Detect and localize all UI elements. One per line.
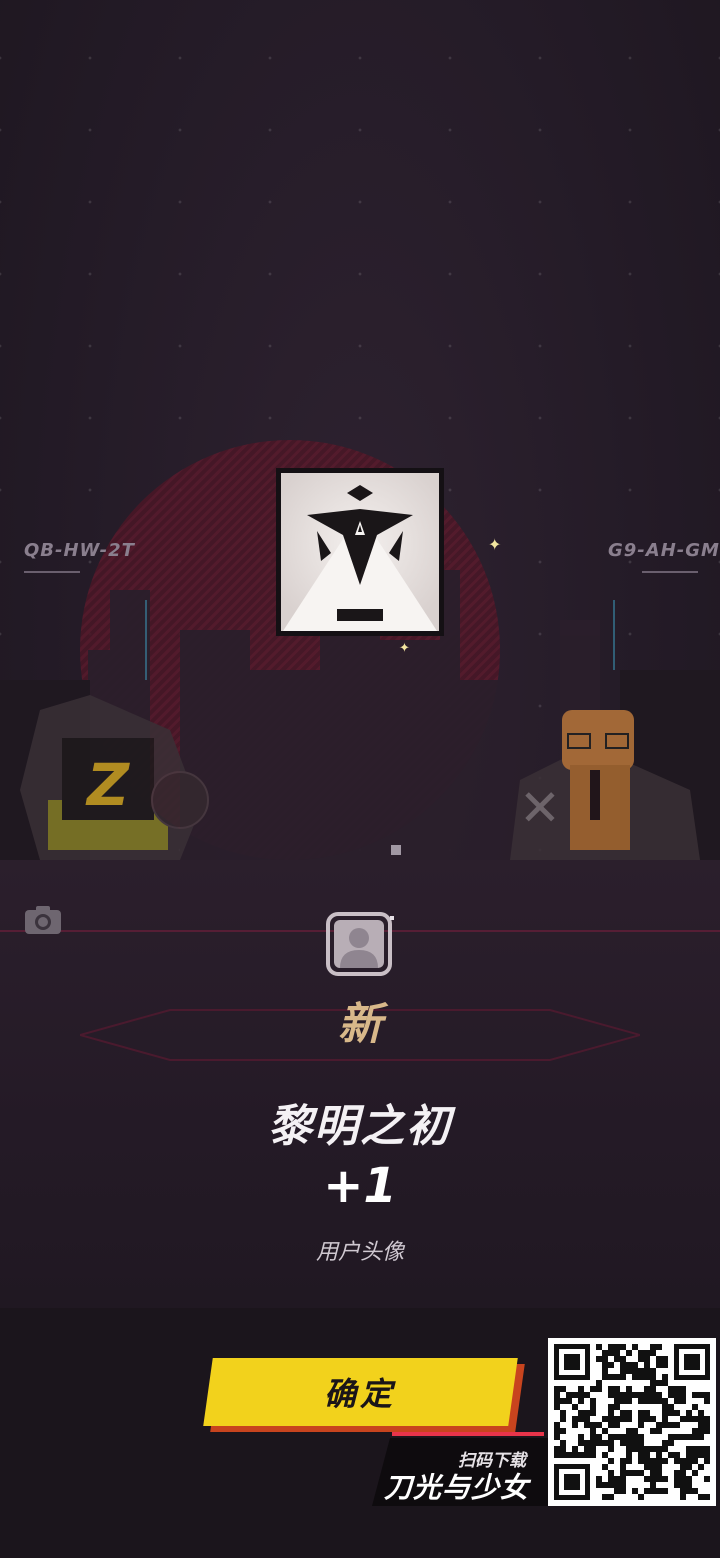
reward-item-count: +1 bbox=[323, 1158, 397, 1214]
reward-screen: Z ✕ QB-HW-2T G9-AH-GM ✦ ✦ 新 黎明之初 +1 用户头像… bbox=[0, 0, 720, 1558]
svg-text:✕: ✕ bbox=[519, 779, 561, 837]
reward-item-type: 用户头像 bbox=[315, 1240, 404, 1265]
right-tag-underline bbox=[642, 571, 698, 573]
left-character: Z bbox=[20, 695, 209, 860]
left-tag-underline bbox=[24, 571, 80, 573]
small-marker bbox=[391, 845, 401, 855]
left-code-tag: QB-HW-2T bbox=[24, 540, 135, 561]
right-code-tag: G9-AH-GM bbox=[608, 540, 720, 561]
reward-item-name: 黎明之初 bbox=[268, 1101, 452, 1152]
promo-red-stripe bbox=[392, 1432, 544, 1436]
new-badge: 新 bbox=[338, 999, 382, 1050]
reward-item-frame bbox=[276, 468, 444, 636]
reward-avatar-image bbox=[281, 473, 439, 631]
confirm-button-label: 确定 bbox=[324, 1375, 397, 1413]
avatar-placeholder-icon bbox=[326, 912, 394, 976]
qr-code[interactable] bbox=[548, 1338, 716, 1506]
svg-text:Z: Z bbox=[85, 751, 130, 819]
confirm-button[interactable]: 确定 bbox=[203, 1358, 518, 1426]
sparkle-icon: ✦ bbox=[488, 535, 502, 554]
camera-icon[interactable] bbox=[24, 904, 62, 936]
sparkle-icon: ✦ bbox=[399, 641, 410, 656]
promo-game-title: 刀光与少女 bbox=[384, 1471, 530, 1504]
